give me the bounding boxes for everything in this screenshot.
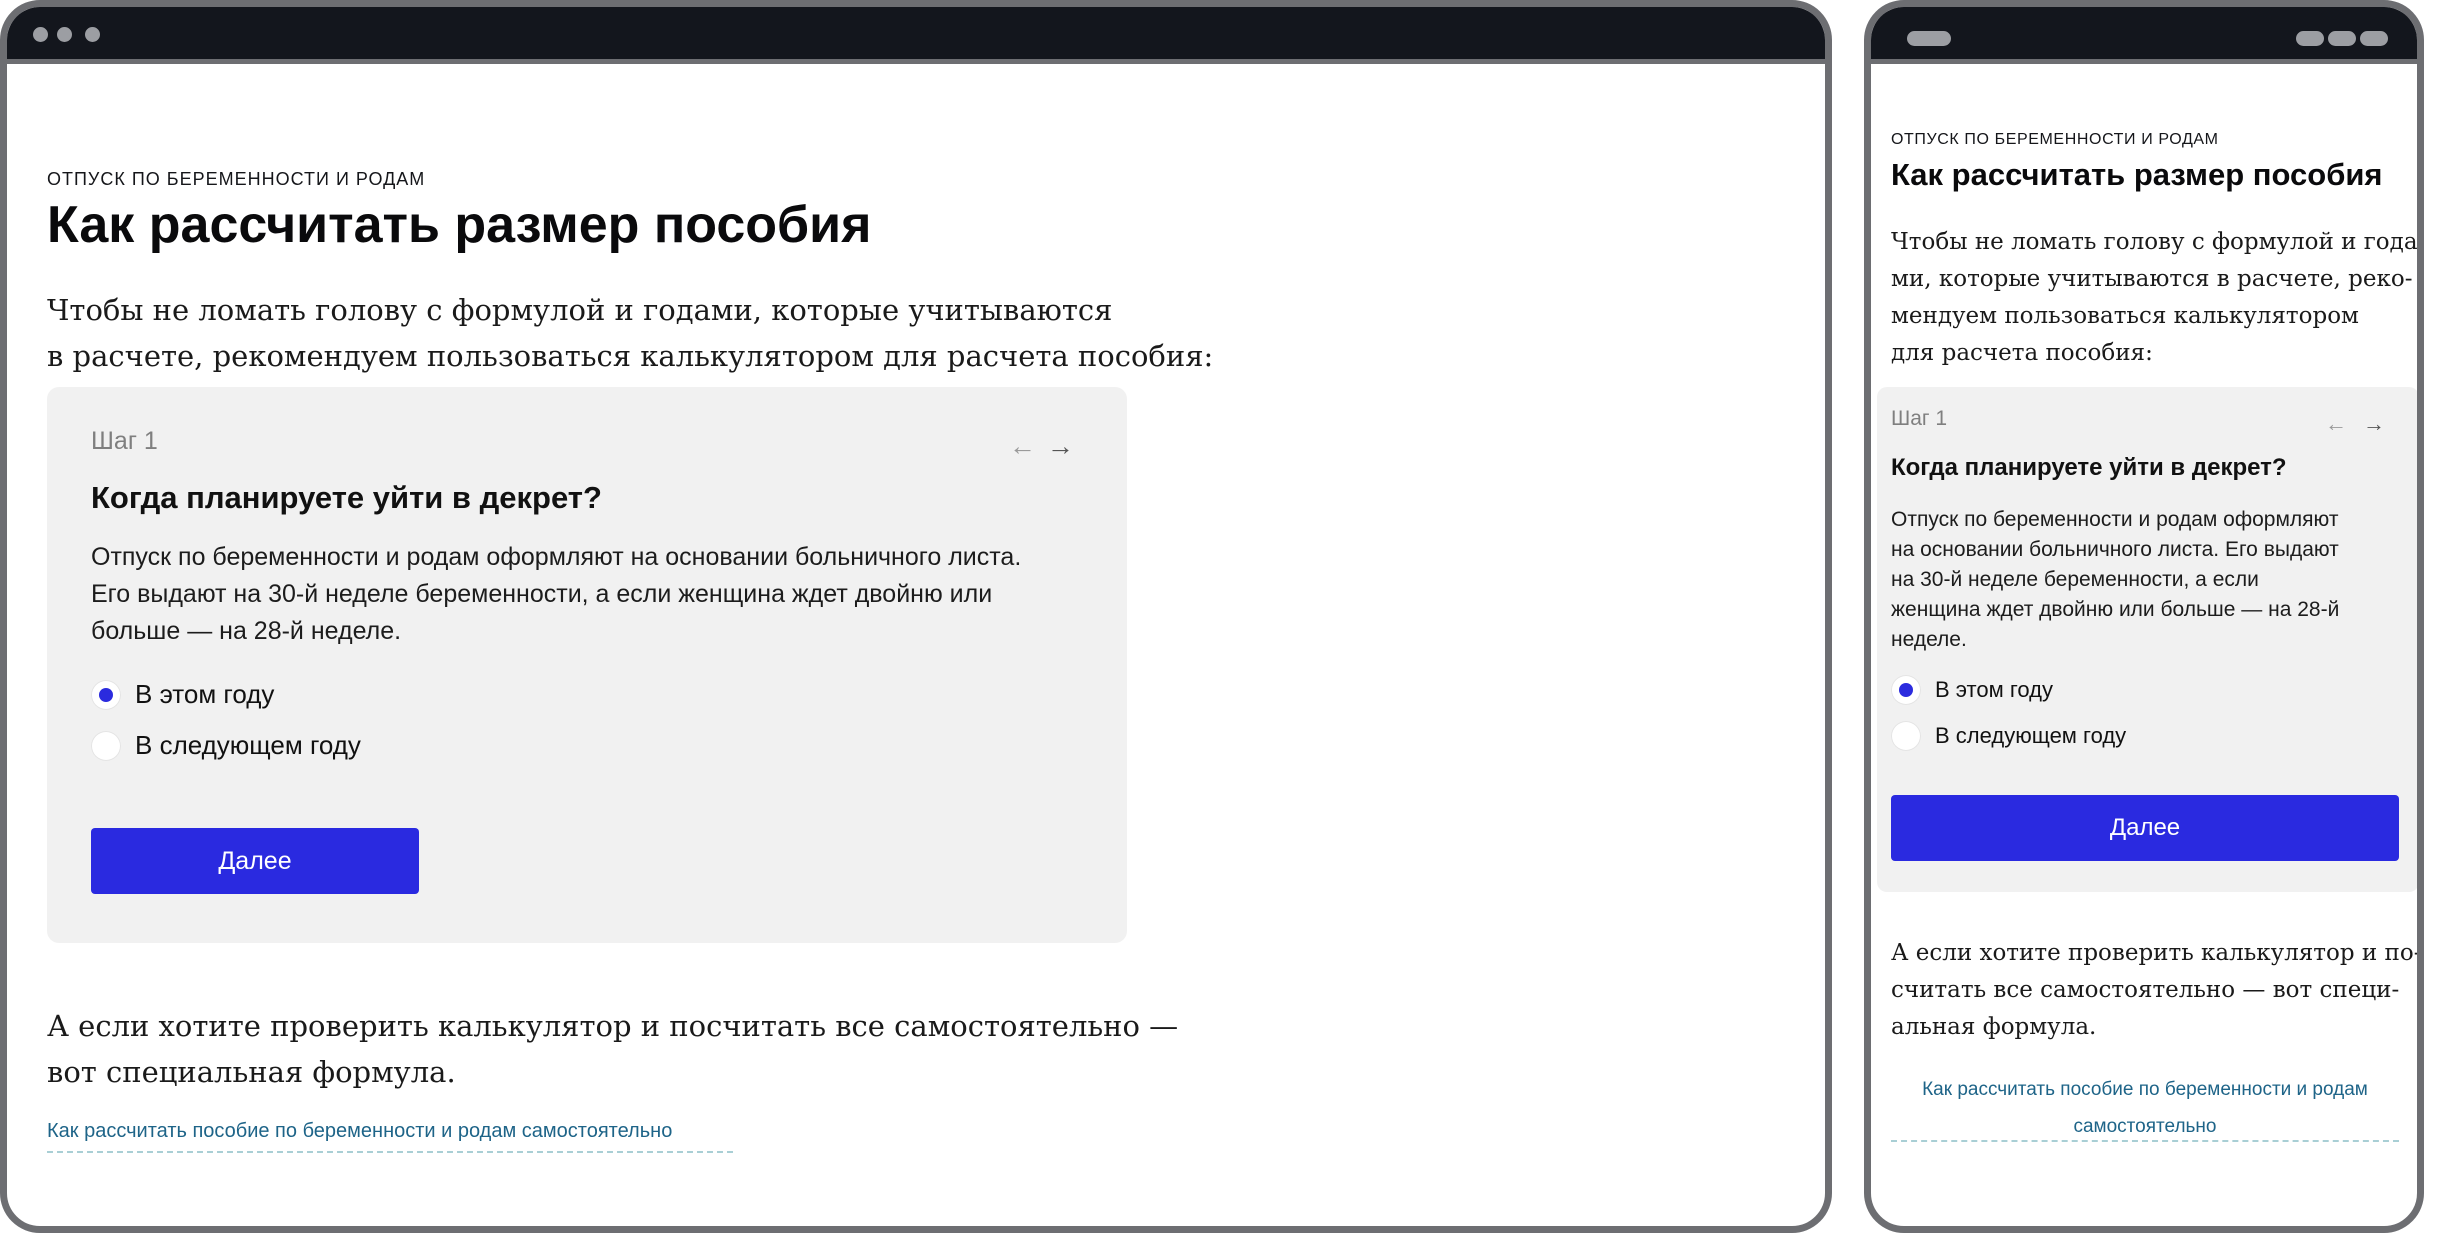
arrow-right-icon[interactable]: → xyxy=(1047,431,1074,462)
page-title: Как рассчитать размер пособия xyxy=(1891,157,2383,192)
radio-unchecked-icon[interactable] xyxy=(91,730,121,761)
description-line: Отпуск по беременности и родам оформляют… xyxy=(91,543,1022,571)
browser-toolbar xyxy=(7,7,1825,64)
radio-next-year[interactable]: В следующем году xyxy=(91,730,361,761)
formula-link[interactable]: Как рассчитать пособие по беременности и… xyxy=(1891,1071,2399,1145)
calculator-card: Шаг 1 ← → Когда планируете уйти в декрет… xyxy=(1877,387,2417,892)
article-eyebrow: Отпуск по беременности и родам xyxy=(1891,131,2219,148)
arrow-right-icon[interactable]: → xyxy=(2363,411,2385,437)
outro-line: альная формула. xyxy=(1891,1014,2097,1040)
step-question: Когда планируете уйти в декрет? xyxy=(91,480,602,515)
description-line: больше — на 28-й неделе. xyxy=(91,617,402,645)
step-label: Шаг 1 xyxy=(91,427,158,455)
step-question: Когда планируете уйти в декрет? xyxy=(1891,454,2287,481)
outro-line: вот специальная формула. xyxy=(47,1055,456,1089)
intro-text: Чтобы не ломать голову с формулой и года… xyxy=(47,287,1213,379)
article-eyebrow: Отпуск по беременности и родам xyxy=(47,169,426,189)
status-pill-icon xyxy=(2360,31,2388,46)
intro-line: Чтобы не ломать голову с формулой и года… xyxy=(1891,229,2424,255)
radio-checked-icon[interactable] xyxy=(1891,675,1921,705)
description-line: неделе. xyxy=(1891,628,1967,651)
radio-this-year[interactable]: В этом году xyxy=(91,679,274,710)
description-line: на основании больничного листа. Его выда… xyxy=(1891,538,2339,561)
status-pill-icon xyxy=(2296,31,2324,46)
next-button[interactable]: Далее xyxy=(1891,795,2399,861)
window-dot-icon xyxy=(57,27,72,42)
desktop-browser-frame: Отпуск по беременности и родам Как рассч… xyxy=(0,0,1832,1233)
radio-next-year[interactable]: В следующем году xyxy=(1891,721,2126,751)
step-description: Отпуск по беременности и родам оформляют… xyxy=(91,539,1021,650)
page-title: Как рассчитать размер пособия xyxy=(47,196,872,254)
mobile-toolbar xyxy=(1871,7,2417,64)
calculator-card: Шаг 1 ← → Когда планируете уйти в декрет… xyxy=(47,387,1127,943)
status-pill-icon xyxy=(1907,31,1951,46)
radio-unchecked-icon[interactable] xyxy=(1891,721,1921,751)
step-description: Отпуск по беременности и родам оформляют… xyxy=(1891,505,2339,655)
window-dot-icon xyxy=(85,27,100,42)
mobile-browser-frame: Отпуск по беременности и родам Как рассч… xyxy=(1864,0,2424,1233)
description-line: Его выдают на 30-й неделе беременности, … xyxy=(91,580,993,608)
radio-label: В этом году xyxy=(135,679,275,709)
intro-line: мендуем пользоваться калькулятором xyxy=(1891,303,2359,329)
link-underline xyxy=(1891,1140,2399,1142)
radio-label: В этом году xyxy=(1935,677,2053,702)
outro-line: считать все самостоятельно — вот специ- xyxy=(1891,977,2400,1003)
formula-link[interactable]: Как рассчитать пособие по беременности и… xyxy=(47,1120,672,1143)
intro-line: для расчета пособия: xyxy=(1891,340,2153,366)
outro-line: А если хотите проверить калькулятор и по… xyxy=(47,1009,1179,1043)
link-underline xyxy=(47,1151,733,1153)
intro-text: Чтобы не ломать голову с формулой и года… xyxy=(1891,224,2424,372)
arrow-left-icon[interactable]: ← xyxy=(1009,431,1036,462)
radio-checked-icon[interactable] xyxy=(91,679,121,710)
outro-text: А если хотите проверить калькулятор и по… xyxy=(47,1003,1178,1095)
intro-line: Чтобы не ломать голову с формулой и года… xyxy=(47,293,1113,327)
step-label: Шаг 1 xyxy=(1891,407,1948,430)
outro-line: А если хотите проверить калькулятор и по… xyxy=(1891,940,2422,966)
status-pill-icon xyxy=(2328,31,2356,46)
intro-line: в расчете, рекомендуем пользоваться каль… xyxy=(47,339,1214,373)
arrow-left-icon[interactable]: ← xyxy=(2325,411,2347,437)
radio-this-year[interactable]: В этом году xyxy=(1891,675,2053,705)
next-button[interactable]: Далее xyxy=(91,828,419,894)
intro-line: ми, которые учитываются в расчете, реко- xyxy=(1891,266,2413,292)
outro-text: А если хотите проверить калькулятор и по… xyxy=(1891,935,2422,1046)
description-line: на 30-й неделе беременности, а если xyxy=(1891,568,2259,591)
description-line: Отпуск по беременности и родам оформляют xyxy=(1891,508,2339,531)
radio-label: В следующем году xyxy=(1935,723,2127,748)
link-line[interactable]: Как рассчитать пособие по беременности и… xyxy=(1891,1071,2399,1108)
radio-label: В следующем году xyxy=(135,730,361,760)
description-line: женщина ждет двойню или больше — на 28-й xyxy=(1891,598,2340,621)
window-dot-icon xyxy=(33,27,48,42)
